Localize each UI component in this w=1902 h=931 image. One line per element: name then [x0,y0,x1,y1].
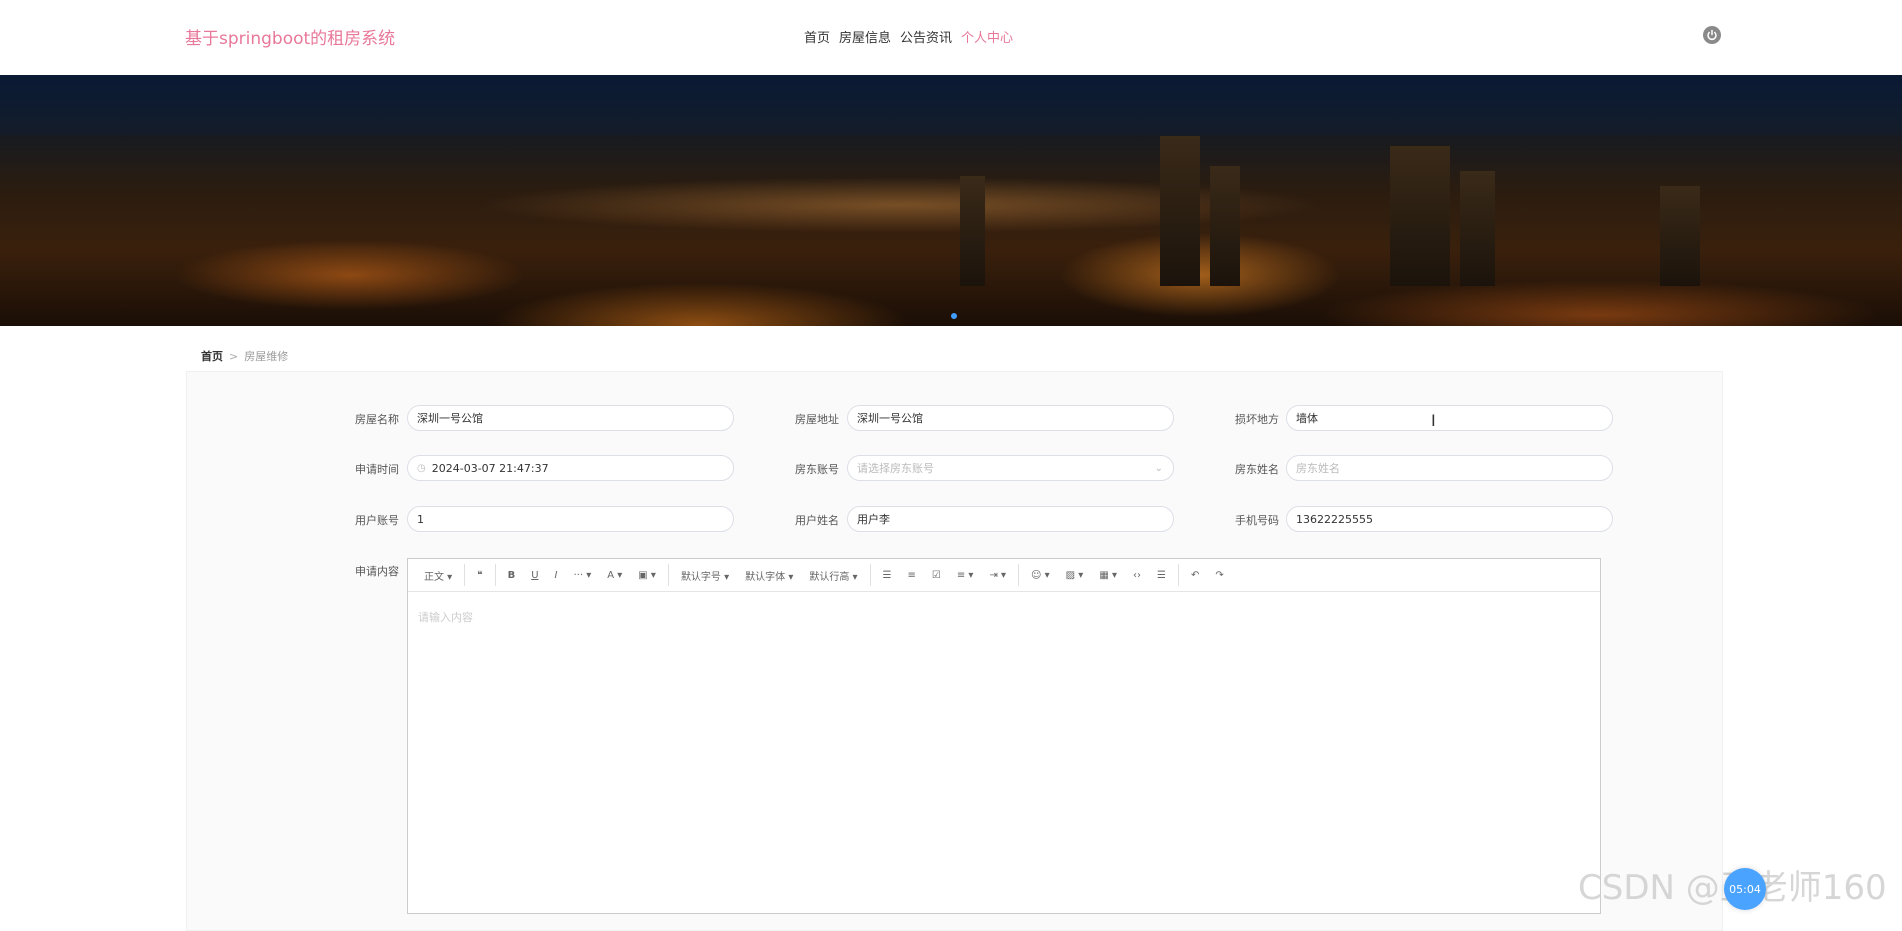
breadcrumb-home[interactable]: 首页 [201,348,223,364]
user-account-value: 1 [417,512,424,526]
house-name-value: 深圳一号公馆 [417,412,483,425]
apply-time-picker[interactable]: ◷ 2024-03-07 21:47:37 [407,455,734,481]
breadcrumb-separator: > [229,349,239,363]
banner-tower [1390,146,1450,286]
landlord-name-placeholder: 房东姓名 [1296,462,1340,475]
nav-home[interactable]: 首页 [804,27,830,46]
top-header: 基于springboot的租房系统 首页 房屋信息 公告资讯 个人中心 [0,0,1902,75]
banner-tower [960,176,985,286]
underline-icon[interactable]: U [523,570,546,581]
landlord-account-select[interactable]: 请选择房东账号 ⌄ [847,455,1174,481]
toolbar-divider [1018,564,1020,586]
phone-label: 手机号码 [1235,514,1279,527]
background-color-icon[interactable]: ▣ ▾ [630,570,664,581]
damage-location-value: 墙体 [1296,412,1318,425]
landlord-account-label: 房东账号 [795,463,839,476]
carousel-indicator[interactable] [951,313,957,319]
banner-tower [1160,136,1200,286]
nav-house-info[interactable]: 房屋信息 [839,27,891,46]
paragraph-select[interactable]: 正文 ▾ [416,568,460,583]
editor-toolbar: 正文 ▾ ❝ B U I ··· ▾ A ▾ ▣ ▾ 默认字号 ▾ 默认字体 ▾… [408,559,1600,592]
italic-icon[interactable]: I [547,570,566,581]
house-address-value: 深圳一号公馆 [857,412,923,425]
banner-tower [1660,186,1700,286]
quote-icon[interactable]: ❝ [469,570,490,581]
site-title[interactable]: 基于springboot的租房系统 [185,24,395,49]
clock-icon: ◷ [417,462,426,474]
content-label: 申请内容 [355,565,399,578]
logout-button[interactable] [1703,26,1721,44]
font-size-label: 默认字号 [680,571,721,583]
toolbar-divider [464,564,466,586]
house-address-label: 房屋地址 [795,413,839,426]
breadcrumb-current: 房屋维修 [244,350,289,363]
apply-time-label: 申请时间 [355,463,399,476]
main-nav: 首页 房屋信息 公告资讯 个人中心 [804,27,1022,46]
rich-text-editor[interactable]: 正文 ▾ ❝ B U I ··· ▾ A ▾ ▣ ▾ 默认字号 ▾ 默认字体 ▾… [407,558,1601,914]
banner-sky [0,75,1902,135]
align-icon[interactable]: ≡ ▾ [949,570,982,581]
font-family-label: 默认字体 [745,571,786,583]
nav-personal-center[interactable]: 个人中心 [961,27,1013,46]
divider-icon[interactable]: ☰ [1149,570,1174,581]
code-icon[interactable]: ‹› [1125,570,1149,581]
paragraph-label: 正文 [424,571,444,583]
user-account-input[interactable]: 1 [407,506,734,532]
nav-announcements[interactable]: 公告资讯 [900,27,952,46]
damage-location-label: 损坏地方 [1235,413,1279,426]
line-height-label: 默认行高 [809,571,850,583]
power-icon [1707,29,1717,41]
banner-tower [1210,166,1240,286]
undo-icon[interactable]: ↶ [1183,570,1207,581]
user-account-label: 用户账号 [355,514,399,527]
line-height-select[interactable]: 默认行高 ▾ [801,568,865,583]
image-icon[interactable]: ▨ ▾ [1058,570,1092,581]
font-color-icon[interactable]: A ▾ [599,570,630,581]
toolbar-divider [869,564,871,586]
house-name-label: 房屋名称 [355,413,399,426]
todo-icon[interactable]: ☑ [924,570,949,581]
landlord-name-label: 房东姓名 [1235,463,1279,476]
font-size-select[interactable]: 默认字号 ▾ [673,568,737,583]
apply-time-value: 2024-03-07 21:47:37 [431,461,549,475]
landlord-name-input[interactable]: 房东姓名 [1286,455,1613,481]
damage-location-input[interactable]: 墙体 [1286,405,1613,431]
user-name-label: 用户姓名 [795,514,839,527]
user-name-value: 用户李 [857,513,890,526]
phone-input[interactable]: 13622225555 [1286,506,1613,532]
toolbar-divider [667,564,669,586]
banner-tower [1460,171,1495,286]
timer-badge[interactable]: 05:04 [1724,868,1766,910]
more-icon[interactable]: ··· ▾ [566,570,600,581]
house-address-input[interactable]: 深圳一号公馆 [847,405,1174,431]
table-icon[interactable]: ▦ ▾ [1091,570,1125,581]
hero-banner [0,75,1902,326]
toolbar-divider [494,564,496,586]
redo-icon[interactable]: ↷ [1207,570,1231,581]
house-name-input[interactable]: 深圳一号公馆 [407,405,734,431]
numbered-list-icon[interactable]: ≡ [900,570,924,581]
landlord-account-placeholder: 请选择房东账号 [857,462,934,475]
text-cursor-icon: I [1431,411,1436,430]
editor-placeholder: 请输入内容 [418,611,473,624]
bulleted-list-icon[interactable]: ☰ [875,570,900,581]
chevron-down-icon: ⌄ [1154,462,1163,474]
phone-value: 13622225555 [1296,512,1373,526]
toolbar-divider [1177,564,1179,586]
bold-icon[interactable]: B [500,570,524,581]
emoji-icon[interactable]: ☺ ▾ [1023,570,1058,581]
font-family-select[interactable]: 默认字体 ▾ [737,568,801,583]
indent-icon[interactable]: ⇥ ▾ [981,570,1014,581]
user-name-input[interactable]: 用户李 [847,506,1174,532]
breadcrumb: 首页 > 房屋维修 [201,348,288,364]
